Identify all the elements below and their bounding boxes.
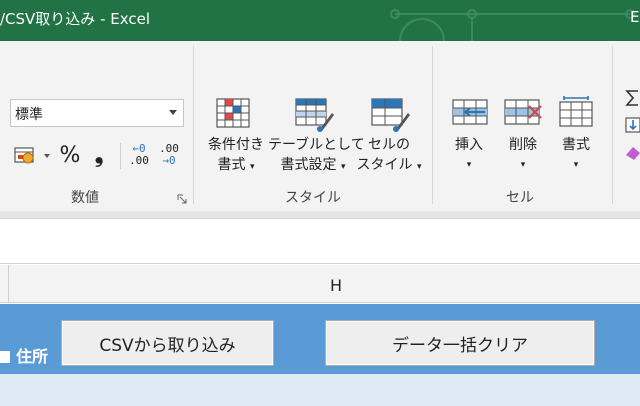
conditional-format-label-line2: 書式 ▾ [217,157,255,173]
number-format-dropdown[interactable]: 標準 [10,99,184,127]
chevron-down-icon: ▾ [520,160,526,170]
decrease-decimal-button[interactable]: .00 →0 [156,139,182,171]
column-header-h[interactable]: H [330,276,342,295]
insert-cells-icon [452,99,488,125]
chevron-down-icon: ▾ [466,160,472,170]
format-cells-label-text: 書式 [562,137,590,153]
clear-icon[interactable] [624,143,640,161]
fill-icon[interactable] [624,116,640,134]
format-as-table-icon [295,98,334,132]
increase-decimal-icon-bottom: .00 [129,154,149,167]
delete-cells-label-text: 削除 [509,137,537,153]
cell-styles-icon [371,98,410,132]
format-cells-icon [559,96,593,127]
dialog-launcher-icon[interactable] [177,194,187,204]
format-as-table-label[interactable]: テーブルとして 書式設定 ▾ [268,135,365,177]
conditional-format-icon [216,98,250,128]
cell-styles-button[interactable] [366,94,412,134]
address-header-label: 住所 [16,347,49,366]
format-as-table-button[interactable] [290,94,336,134]
number-format-value: 標準 [15,107,43,123]
clear-all-data-button[interactable]: データ一括クリア [325,320,595,366]
chevron-down-icon [169,110,177,115]
format-as-table-label-line1: テーブルとして [268,137,365,153]
number-group-divider [120,143,121,169]
column-divider [8,265,9,303]
cell-styles-label-line1: セルの [368,137,410,153]
title-right-text: E [630,8,640,26]
delete-cells-label[interactable]: 削除 ▾ [503,135,543,175]
comma-icon: ❟ [94,142,104,168]
cells-group-label: セル [506,190,534,206]
conditional-format-label[interactable]: 条件付き 書式 ▾ [204,135,268,177]
number-group-label: 数値 [71,190,99,206]
ribbon-collapse-strip [0,211,640,219]
ribbon-separator [612,46,613,204]
formula-bar[interactable] [0,220,640,264]
clear-all-data-button-label: データ一括クリア [392,335,528,356]
insert-cells-label-text: 挿入 [455,137,483,153]
increase-decimal-button[interactable]: ←0 .00 [126,139,152,171]
delete-cells-button[interactable] [502,94,544,130]
column-header-row: H [0,265,640,303]
accounting-format-button[interactable] [12,143,38,169]
window-title: /CSV取り込み - Excel [0,10,150,28]
delete-cells-icon [504,99,542,125]
cell-styles-label-line2: スタイル ▾ [356,157,422,173]
address-header-cell[interactable]: 住所 [0,343,48,367]
filter-box-icon [0,351,10,363]
accounting-format-icon [14,147,34,164]
ribbon-separator [432,46,433,204]
ribbon-separator [193,46,194,204]
insert-cells-label[interactable]: 挿入 ▾ [449,135,489,175]
title-bar: /CSV取り込み - Excel E [0,0,640,41]
conditional-format-button[interactable] [210,94,256,134]
chevron-down-icon: ▾ [573,160,579,170]
percent-button[interactable]: % [56,141,84,169]
accounting-dropdown-arrow[interactable] [44,154,50,158]
format-as-table-label-line2: 書式設定 ▾ [280,157,346,173]
format-cells-label[interactable]: 書式 ▾ [556,135,596,175]
insert-cells-button[interactable] [448,94,490,130]
percent-icon: % [59,142,81,168]
comma-button[interactable]: ❟ [88,141,110,169]
format-cells-button[interactable] [555,94,597,130]
conditional-format-label-line1: 条件付き [208,137,264,153]
title-bar-decoration [390,9,635,41]
csv-import-button-label: CSVから取り込み [99,335,236,356]
decrease-decimal-icon-bottom: →0 [162,154,176,167]
cell-styles-label[interactable]: セルの スタイル ▾ [356,135,422,177]
style-group-label: スタイル [285,190,341,206]
autosum-icon[interactable] [624,88,640,108]
csv-import-button[interactable]: CSVから取り込み [61,320,274,366]
sheet-data-row[interactable] [0,374,640,406]
